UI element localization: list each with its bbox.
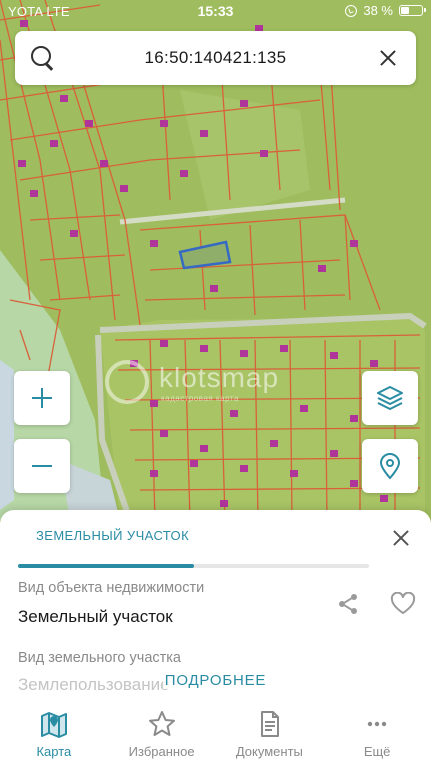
building-marker <box>70 230 78 237</box>
building-marker <box>318 265 326 272</box>
building-marker <box>200 445 208 452</box>
watermark: klotsmap кадастровая карта <box>105 354 365 414</box>
building-marker <box>160 340 168 347</box>
building-marker <box>280 345 288 352</box>
nav-label-map: Карта <box>36 744 72 759</box>
nav-label-favorites: Избранное <box>128 744 195 759</box>
search-icon[interactable] <box>31 46 55 70</box>
building-marker <box>85 120 93 127</box>
watermark-subtext: кадастровая карта <box>161 394 239 403</box>
zoom-out-button[interactable] <box>14 439 70 493</box>
field-label-object-type: Вид объекта недвижимости <box>18 580 205 596</box>
zoom-in-button[interactable] <box>14 371 70 425</box>
building-marker <box>370 360 378 367</box>
share-icon[interactable] <box>336 592 360 616</box>
building-marker <box>350 415 358 422</box>
building-marker <box>50 140 58 147</box>
building-marker <box>290 470 298 477</box>
nav-item-favorites[interactable]: Избранное <box>108 700 216 768</box>
building-marker <box>120 185 128 192</box>
tab-indicator <box>18 564 194 568</box>
more-details-link[interactable]: ПОДРОБНЕЕ <box>0 672 431 689</box>
location-pin-icon <box>379 453 401 480</box>
watermark-logo-icon <box>105 360 149 404</box>
building-marker <box>220 500 228 507</box>
building-marker <box>210 285 218 292</box>
search-bar <box>15 31 416 85</box>
more-dots-icon <box>367 721 387 727</box>
favorite-heart-icon[interactable] <box>390 592 416 616</box>
building-marker <box>160 120 168 127</box>
battery-icon <box>399 5 426 16</box>
nav-label-documents: Документы <box>235 744 303 759</box>
nav-item-map[interactable]: Карта <box>0 700 108 768</box>
my-location-button[interactable] <box>362 439 418 493</box>
orientation-lock-icon <box>345 4 358 17</box>
clear-search-icon[interactable] <box>378 48 398 68</box>
building-marker <box>350 240 358 247</box>
building-marker <box>260 150 268 157</box>
layers-icon <box>377 386 403 410</box>
map-icon <box>40 712 67 738</box>
building-marker <box>240 100 248 107</box>
minus-icon <box>32 456 52 476</box>
tab-indicator-track <box>18 564 369 568</box>
building-marker <box>18 160 26 167</box>
watermark-text: klotsmap <box>159 362 280 393</box>
document-icon <box>261 711 280 737</box>
close-sheet-icon[interactable] <box>391 528 411 548</box>
status-bar: YOTA LTE 15:33 38 % <box>0 0 431 24</box>
field-value-object-type: Земельный участок <box>18 607 173 626</box>
plus-icon <box>32 388 52 408</box>
tab-land-plot[interactable]: ЗЕМЕЛЬНЫЙ УЧАСТОК <box>36 528 189 543</box>
nav-label-more: Ещё <box>363 744 391 759</box>
star-icon <box>148 711 175 736</box>
layers-button[interactable] <box>362 371 418 425</box>
nav-item-documents[interactable]: Документы <box>216 700 324 768</box>
building-marker <box>200 345 208 352</box>
building-marker <box>380 495 388 502</box>
building-marker <box>60 95 68 102</box>
building-marker <box>150 470 158 477</box>
building-marker <box>150 240 158 247</box>
building-marker <box>180 170 188 177</box>
building-marker <box>240 465 248 472</box>
search-input[interactable] <box>71 31 360 85</box>
building-marker <box>350 480 358 487</box>
battery-percent: 38 % <box>363 3 393 18</box>
building-marker <box>270 440 278 447</box>
more-details-label: ПОДРОБНЕЕ <box>162 672 269 689</box>
field-label-plot-type: Вид земельного участка <box>18 650 181 666</box>
building-marker <box>200 130 208 137</box>
building-marker <box>100 160 108 167</box>
building-marker <box>160 430 168 437</box>
building-marker <box>330 450 338 457</box>
building-marker <box>190 460 198 467</box>
building-marker <box>30 190 38 197</box>
bottom-navigation: Карта Избранное Документы Ещё <box>0 700 431 768</box>
nav-item-more[interactable]: Ещё <box>323 700 431 768</box>
